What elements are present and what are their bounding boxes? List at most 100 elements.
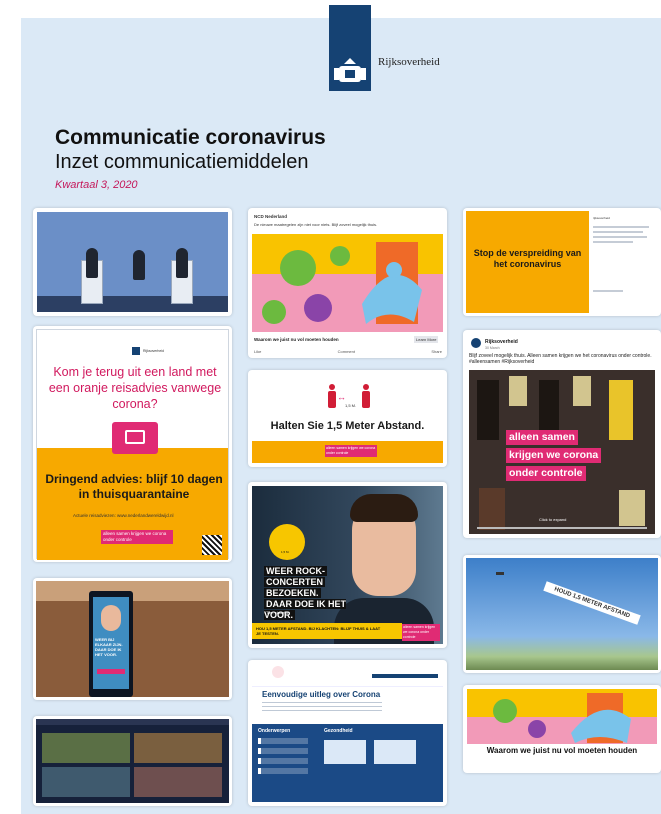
door [609, 380, 633, 440]
stage-floor [37, 296, 228, 312]
campaign-slogan: alleen samen krijgen we corona onder con… [325, 445, 377, 457]
post-account: NCD Nederland [254, 214, 288, 219]
content-tile[interactable] [374, 740, 416, 764]
post-caption: Waarom we juist nu vol moeten houden [254, 337, 339, 342]
speaker-right [176, 248, 188, 278]
person-icon [362, 384, 370, 408]
sidebar-item[interactable] [258, 768, 308, 774]
video-call-screenshot [36, 719, 229, 803]
section-title: Gezondheid [324, 728, 353, 734]
page-title: Communicatie coronavirus [55, 126, 326, 149]
sky-banner-card[interactable]: HOUD 1,5 METER AFSTAND [463, 555, 661, 673]
text-line [593, 236, 647, 238]
student-hair [350, 494, 418, 522]
post-account: rijksoverheid [593, 216, 610, 220]
comment-button[interactable]: Comment [338, 349, 355, 354]
crest-icon [334, 58, 366, 82]
org-name: Rijksoverheid [378, 56, 440, 68]
text-line [593, 241, 633, 243]
distance-poster-card[interactable]: ↔ 1,5 M. Halten Sie 1,5 Meter Abstand. a… [248, 370, 447, 467]
campaign-slogan: alleen samen krijgen we corona onder con… [402, 624, 440, 641]
illustration-image [252, 234, 443, 332]
avatar [471, 338, 481, 348]
page-subtitle: Inzet communicatiemiddelen [55, 151, 309, 173]
press-conference-card[interactable] [33, 208, 232, 316]
video-tile [42, 733, 130, 763]
video-post-card[interactable]: Rijksoverheid 30 March Blijf zoveel moge… [463, 330, 661, 538]
sidebar-item[interactable] [258, 758, 308, 764]
qr-code-icon [202, 535, 222, 555]
kiosk-portrait [101, 605, 121, 631]
facebook-post-card[interactable]: NCD Nederland De nieuwe maatregelen zijn… [248, 208, 447, 358]
distance-arrow-icon: ↔ [337, 392, 346, 402]
door [539, 380, 559, 436]
post-text: Blijf zoveel mogelijk thuis. Alleen same… [469, 353, 652, 365]
video-tile [42, 767, 130, 797]
airplane [496, 572, 504, 575]
distance-label: 1,5 M. [345, 403, 357, 408]
speaker-left [86, 248, 98, 278]
poster-byline: Tim, student [266, 610, 288, 615]
poster-advice: Dringend advies: blijf 10 dagen in thuis… [45, 472, 223, 501]
slogan-word: samen [541, 431, 575, 443]
headline-line: WEER ROCK- [264, 566, 327, 576]
slogan-line: onder controle [506, 466, 586, 481]
video-thumbnail-card[interactable]: Waarom we juist nu vol moeten houden [463, 685, 661, 773]
gov-logo-icon [132, 347, 140, 355]
poster-link: Actuele reisadviezen: www.nederlandwerel… [73, 513, 174, 518]
aerial-banner: HOUD 1,5 METER AFSTAND [543, 581, 641, 625]
sign-text: 1,5 M. [281, 550, 290, 554]
poster-question: Kom je terug uit een land met een oranje… [48, 365, 222, 411]
period-label: Kwartaal 3, 2020 [55, 179, 138, 191]
slogan-line: alleen samen [506, 430, 578, 445]
door [477, 380, 499, 440]
travel-advice-poster[interactable]: Rijksoverheid Kom je terug uit een land … [33, 326, 232, 562]
like-button[interactable]: Like [254, 349, 261, 354]
website-card[interactable]: Eenvoudige uitleg over Corona Onderwerpe… [248, 660, 447, 806]
student-poster-card[interactable]: 1,5 M. WEER ROCK- CONCERTEN BEZOEKEN. DA… [248, 482, 447, 648]
kiosk-photo: WEER BIJ ELKAAR ZIJN. DAAR DOE IK HET VO… [36, 581, 229, 697]
distance-poster: ↔ 1,5 M. Halten Sie 1,5 Meter Abstand. a… [252, 374, 443, 463]
text-line [593, 231, 643, 233]
site-sidebar: Onderwerpen [258, 728, 316, 802]
sign-interpreter [133, 250, 145, 280]
video-caption: Waarom we juist nu vol moeten houden [486, 746, 638, 755]
sidebar-title: Onderwerpen [258, 728, 291, 734]
distance-text: Halten Sie 1,5 Meter Abstand. [270, 420, 425, 432]
station-kiosk-card[interactable]: WEER BIJ ELKAAR ZIJN. DAAR DOE IK HET VO… [33, 578, 232, 700]
post-date: 30 March [485, 346, 500, 350]
window [573, 376, 591, 406]
site-heading: Eenvoudige uitleg over Corona [262, 690, 381, 699]
social-post-card[interactable]: Stop de verspreiding van het coronavirus… [463, 208, 661, 316]
virus-illustration [252, 234, 443, 332]
door [479, 488, 505, 530]
poster-gov-label: Rijksoverheid [143, 349, 165, 353]
sidebar-item[interactable] [258, 738, 308, 744]
post-account: Rijksoverheid [485, 339, 518, 345]
sidebar-item[interactable] [258, 748, 308, 754]
video-call-card[interactable] [33, 716, 232, 806]
call-toolbar [36, 719, 229, 725]
kiosk-slogan-bar [97, 669, 125, 674]
expand-hint[interactable]: Click to expand [539, 517, 566, 522]
post-actions: Like Comment Share [254, 349, 442, 354]
student-poster: 1,5 M. WEER ROCK- CONCERTEN BEZOEKEN. DA… [252, 486, 443, 644]
website-screenshot: Eenvoudige uitleg over Corona Onderwerpe… [252, 664, 443, 802]
learn-more-button[interactable]: Learn More [414, 336, 439, 343]
band-text: HOU 1,5 METER AFSTAND. BIJ KLACHTEN: BLI… [256, 626, 381, 636]
text-line [593, 226, 649, 228]
press-conference-photo [37, 212, 228, 312]
site-logo-icon [272, 666, 284, 678]
site-section: Gezondheid [324, 728, 353, 734]
window [509, 376, 527, 406]
content-tile[interactable] [324, 740, 366, 764]
thumbnail-image [467, 689, 657, 744]
video-progress-bar[interactable] [477, 527, 647, 529]
text-line [593, 290, 623, 292]
headline-line: BEZOEKEN. [264, 588, 321, 598]
slogan-line: krijgen we corona [506, 448, 602, 463]
share-button[interactable]: Share [431, 349, 442, 354]
window [619, 490, 645, 526]
distance-sign-icon [269, 524, 305, 560]
post-body: De nieuwe maatregelen zijn niet voor nie… [254, 222, 378, 227]
